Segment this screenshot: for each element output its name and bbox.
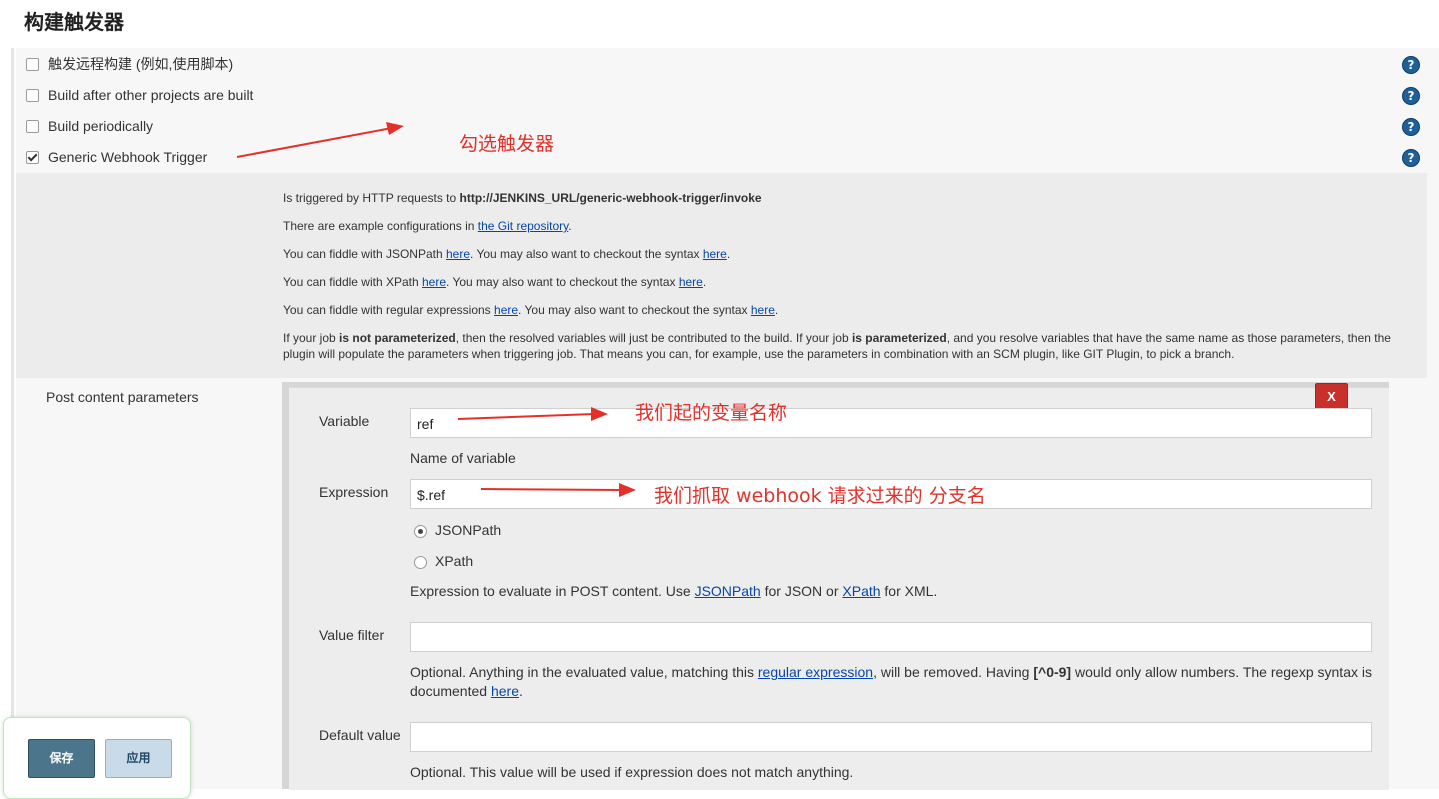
annotation-arrows (236, 122, 636, 497)
annotation-arrow-variable (457, 407, 608, 421)
annotation-expression: 我们抓取 webhook 请求过来的 分支名 (654, 485, 986, 507)
annotation-arrow-expression (480, 483, 636, 497)
apply-button[interactable]: 应用 (105, 739, 172, 778)
save-button[interactable]: 保存 (28, 739, 95, 778)
annotation-variable: 我们起的变量名称 (635, 402, 788, 424)
annotation-arrow-trigger (236, 122, 404, 158)
annotation-trigger: 勾选触发器 (459, 133, 555, 155)
